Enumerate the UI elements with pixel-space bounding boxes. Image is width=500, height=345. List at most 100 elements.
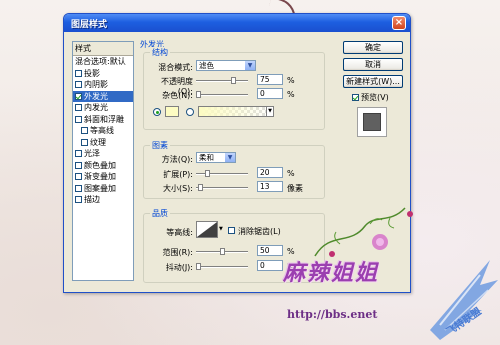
style-item[interactable]: 渐变叠加 — [73, 171, 133, 183]
contour-label: 等高线: — [166, 228, 193, 237]
antialias-label: 消除锯齿(L) — [238, 227, 281, 236]
style-item[interactable]: 内发光 — [73, 102, 133, 114]
chevron-down-icon: ▼ — [245, 61, 255, 70]
contour-picker[interactable] — [196, 221, 218, 238]
jitter-input[interactable]: 0 — [257, 260, 283, 271]
style-item[interactable]: 内阴影 — [73, 79, 133, 91]
noise-label: 杂色(N): — [162, 91, 193, 100]
preview-toggle[interactable]: 预览(V) — [352, 92, 389, 103]
watermark-title: 麻辣姐姐 — [283, 260, 380, 286]
noise-input[interactable]: 0 — [257, 88, 283, 99]
glow-gradient-picker[interactable]: ▼ — [198, 106, 274, 117]
spread-slider[interactable] — [196, 170, 248, 177]
styles-list-header[interactable]: 样式 — [73, 42, 133, 56]
jitter-slider[interactable] — [196, 263, 248, 270]
method-label: 方法(Q): — [161, 155, 193, 164]
jitter-slider-thumb[interactable] — [196, 263, 201, 270]
style-checkbox[interactable] — [81, 138, 88, 146]
spread-slider-thumb[interactable] — [205, 170, 211, 177]
style-item[interactable]: 描边 — [73, 194, 133, 206]
preview-checkbox[interactable] — [352, 94, 359, 101]
style-checkbox[interactable] — [75, 161, 82, 169]
size-input[interactable]: 13 — [257, 181, 283, 192]
range-slider-thumb[interactable] — [219, 248, 225, 255]
window-title: 图层样式 — [71, 20, 108, 30]
styles-list: 样式 混合选项:默认 投影 内阴影 外发光内发光 斜面和浮雕 等高线 纹理光泽 颜色叠加渐变叠… — [72, 41, 134, 281]
style-item[interactable]: 图案叠加 — [73, 183, 133, 195]
style-item-label: 描边 — [84, 195, 100, 205]
range-label: 范围(R): — [162, 248, 194, 257]
noise-unit: % — [287, 90, 295, 99]
spread-unit: % — [287, 169, 295, 178]
size-label: 大小(S): — [162, 184, 193, 193]
style-checkbox[interactable] — [75, 104, 82, 112]
chevron-down-icon: ▼ — [225, 153, 235, 162]
style-checkbox[interactable] — [75, 69, 82, 77]
style-checkbox[interactable] — [75, 81, 82, 89]
technique-select[interactable]: 柔和 ▼ — [196, 152, 236, 163]
ok-button[interactable]: 确定 — [343, 41, 403, 54]
new-style-button[interactable]: 新建样式(W)... — [343, 75, 403, 88]
chevron-down-icon[interactable]: ▼ — [219, 226, 223, 232]
size-slider[interactable] — [196, 184, 248, 191]
style-item-label: 外发光 — [84, 91, 108, 101]
quality-label: 品质 — [150, 208, 170, 219]
style-item-label: 内发光 — [84, 103, 108, 113]
style-item[interactable]: 外发光 — [73, 90, 133, 102]
style-checkbox[interactable] — [75, 92, 82, 100]
chevron-down-icon[interactable]: ▼ — [266, 106, 274, 117]
cancel-button[interactable]: 取消 — [343, 58, 403, 71]
opacity-unit: % — [287, 76, 295, 85]
style-checkbox[interactable] — [81, 127, 88, 135]
watermark-url: http://bbs.enet — [287, 308, 378, 321]
outer-glow-panel: 外发光 结构 混合模式: 滤色 ▼ 不透明度(O): 75 % 杂色(N): 0… — [140, 39, 328, 289]
style-checkbox[interactable] — [75, 150, 82, 158]
style-item[interactable]: 投影 — [73, 68, 133, 80]
spread-input[interactable]: 20 — [257, 167, 283, 178]
gradient-radio[interactable] — [186, 108, 194, 116]
noise-slider-thumb[interactable] — [196, 91, 201, 98]
preview-label: 预览(V) — [361, 93, 389, 102]
style-item[interactable]: 纹理 — [73, 137, 133, 149]
opacity-slider[interactable] — [196, 77, 248, 84]
antialias-checkbox[interactable] — [228, 227, 235, 234]
opacity-slider-thumb[interactable] — [231, 77, 237, 84]
glow-color-swatch[interactable] — [165, 106, 179, 117]
style-item[interactable]: 等高线 — [73, 125, 133, 137]
style-item-label: 等高线 — [90, 126, 114, 136]
style-item[interactable]: 斜面和浮雕 — [73, 114, 133, 126]
style-checkbox[interactable] — [75, 196, 82, 204]
style-item[interactable]: 光泽 — [73, 148, 133, 160]
structure-group: 结构 混合模式: 滤色 ▼ 不透明度(O): 75 % 杂色(N): 0 % ▼ — [143, 47, 325, 130]
jitter-label: 抖动(J): — [165, 263, 193, 272]
opacity-input[interactable]: 75 — [257, 74, 283, 85]
structure-label: 结构 — [150, 47, 170, 58]
close-icon[interactable]: × — [392, 16, 406, 30]
range-slider[interactable] — [196, 248, 248, 255]
style-checkbox[interactable] — [75, 173, 82, 181]
size-unit: 像素 — [287, 184, 303, 193]
style-item-label: 光泽 — [84, 149, 100, 159]
style-item[interactable]: 颜色叠加 — [73, 160, 133, 172]
style-preview — [357, 107, 387, 137]
noise-slider[interactable] — [196, 91, 248, 98]
technique-value: 柔和 — [199, 153, 214, 162]
preview-swatch — [363, 113, 381, 131]
range-input[interactable]: 50 — [257, 245, 283, 256]
style-item-label: 纹理 — [90, 137, 106, 147]
title-bar[interactable]: 图层样式 × — [64, 14, 410, 32]
style-item-label: 渐变叠加 — [84, 172, 116, 182]
contour-curve-icon — [197, 222, 217, 237]
spread-label: 扩展(P): — [163, 170, 193, 179]
style-item-label: 图案叠加 — [84, 183, 116, 193]
blend-mode-select[interactable]: 滤色 ▼ — [196, 60, 256, 71]
style-checkbox[interactable] — [75, 184, 82, 192]
size-slider-thumb[interactable] — [198, 184, 204, 191]
style-item[interactable]: 混合选项:默认 — [73, 56, 133, 68]
blend-mode-label: 混合模式: — [158, 63, 193, 72]
style-checkbox[interactable] — [75, 115, 82, 123]
solid-color-radio[interactable] — [153, 108, 161, 116]
style-item-label: 投影 — [84, 68, 100, 78]
elements-label: 图素 — [150, 140, 170, 151]
style-item-label: 颜色叠加 — [84, 160, 116, 170]
